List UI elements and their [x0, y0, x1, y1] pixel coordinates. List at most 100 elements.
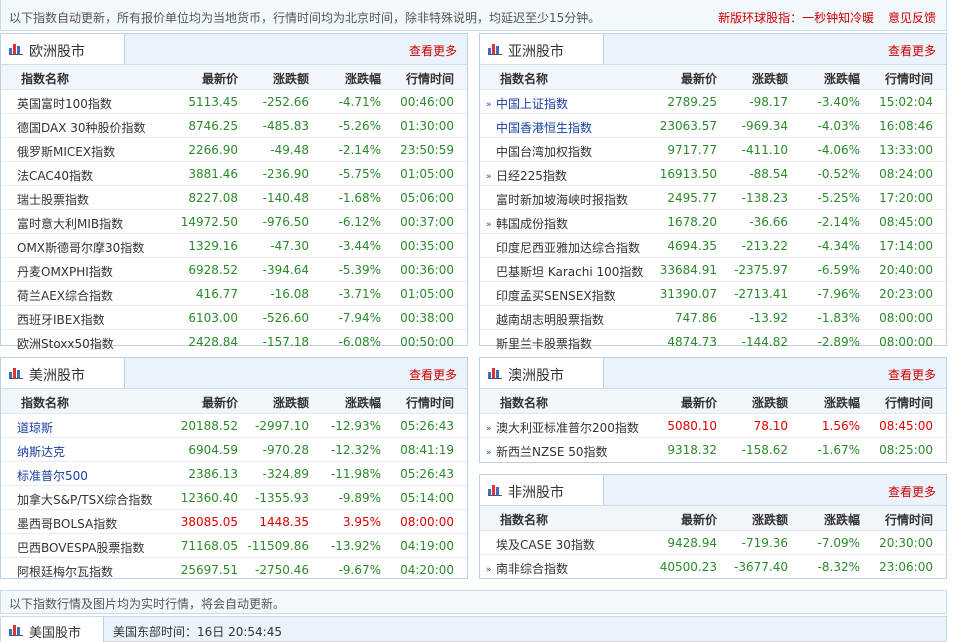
index-name: 中国香港恒生指数	[486, 119, 592, 136]
col-time-header: 行情时间	[884, 396, 933, 410]
table-row[interactable]: OMX斯德哥尔摩30指数 1329.16 -47.30 -3.44% 00:35:00	[1, 234, 467, 258]
feedback-link[interactable]: 意见反馈	[888, 11, 936, 25]
table-row[interactable]: 瑞士股票指数 8227.08 -140.48 -1.68% 05:06:00	[1, 186, 467, 210]
quote-time: 17:20:00	[879, 191, 933, 205]
table-row[interactable]: 道琼斯 20188.52 -2997.10 -12.93% 05:26:43	[1, 414, 467, 438]
col-percent-header: 涨跌幅	[344, 396, 381, 410]
col-price-header: 最新价	[201, 396, 238, 410]
view-more-link[interactable]: 查看更多	[888, 483, 936, 500]
change-percent: -3.44%	[338, 239, 381, 253]
change-percent: -11.98%	[330, 467, 381, 481]
table-row[interactable]: 富时新加坡海峡时报指数 2495.77 -138.23 -5.25% 17:20:00	[480, 186, 946, 210]
index-name: » 韩国成份指数	[486, 215, 568, 232]
change-percent: -4.34%	[817, 239, 860, 253]
change-amount: -1355.93	[255, 491, 309, 505]
asia-panel: 亚洲股市 查看更多 指数名称 最新价 涨跌额 涨跌幅 行情时间» 中国上证指数 2789.25-…	[479, 33, 947, 351]
us-market-tab[interactable]: 美国股市	[1, 617, 104, 642]
index-name-text: 埃及CASE 30指数	[496, 538, 595, 552]
table-row[interactable]: » 新西兰NZSE 50指数 9318.32 -158.62 -1.67% 08:25:0…	[480, 438, 946, 461]
index-name: 丹麦OMXPHI指数	[7, 263, 113, 280]
col-change-header: 涨跌额	[751, 513, 788, 527]
detail-arrow-icon[interactable]: »	[486, 565, 496, 575]
index-name-text: 加拿大S&P/TSX综合指数	[17, 493, 153, 507]
index-name: 纳斯达克	[7, 443, 65, 460]
table-row[interactable]: 阿根廷梅尔瓦指数 25697.51 -2750.46 -9.67% 04:20:00	[1, 558, 467, 581]
table-row[interactable]: » 日经225指数 16913.50 -88.54 -0.52% 08:24:00	[480, 162, 946, 186]
panel-tab[interactable]: 美洲股市	[1, 358, 125, 388]
table-row[interactable]: » 南非综合指数 40500.23 -3677.40 -8.32% 23:06:00	[480, 555, 946, 578]
table-row[interactable]: 英国富时100指数 5113.45 -252.66 -4.71% 00:46:00	[1, 90, 467, 114]
index-name-text[interactable]: 中国香港恒生指数	[496, 121, 592, 135]
us-market-bar: 美国股市 美国东部时间：16日 20:54:45	[0, 616, 947, 642]
detail-arrow-icon[interactable]: »	[486, 424, 496, 434]
table-row[interactable]: 越南胡志明股票指数 747.86 -13.92 -1.83% 08:00:00	[480, 306, 946, 330]
view-more-link[interactable]: 查看更多	[409, 366, 457, 383]
index-name: 埃及CASE 30指数	[486, 536, 595, 553]
latest-price: 3881.46	[188, 167, 238, 181]
table-row[interactable]: 埃及CASE 30指数 9428.94 -719.36 -7.09% 20:30:00	[480, 531, 946, 555]
col-time-header: 行情时间	[884, 513, 933, 527]
table-row[interactable]: 富时意大利MIB指数 14972.50 -976.50 -6.12% 00:37:00	[1, 210, 467, 234]
table-row[interactable]: 墨西哥BOLSA指数 38085.05 1448.35 3.95% 08:00:00	[1, 510, 467, 534]
index-name-text[interactable]: 中国上证指数	[496, 97, 568, 111]
view-more-link[interactable]: 查看更多	[888, 366, 936, 383]
index-name-text: 俄罗斯MICEX指数	[17, 145, 116, 159]
panel-tab[interactable]: 亚洲股市	[480, 34, 604, 64]
change-amount: -970.28	[262, 443, 309, 457]
new-index-link[interactable]: 新版环球股指：一秒钟知冷暖	[718, 11, 874, 25]
view-more-link[interactable]: 查看更多	[888, 42, 936, 59]
table-row[interactable]: 中国香港恒生指数 23063.57 -969.34 -4.03% 16:08:46	[480, 114, 946, 138]
table-row[interactable]: 加拿大S&P/TSX综合指数 12360.40 -1355.93 -9.89% 05:1…	[1, 486, 467, 510]
change-percent: -1.83%	[817, 311, 860, 325]
table-row[interactable]: 标准普尔500 2386.13 -324.89 -11.98% 05:26:43	[1, 462, 467, 486]
col-time-header: 行情时间	[405, 396, 454, 410]
view-more-link[interactable]: 查看更多	[409, 42, 457, 59]
detail-arrow-icon[interactable]: »	[486, 100, 496, 110]
table-row[interactable]: 巴西BOVESPA股票指数 71168.05 -11509.86 -13.92% 04:…	[1, 534, 467, 558]
table-row[interactable]: 巴基斯坦 Karachi 100指数 33684.91 -2375.97 -6.59%…	[480, 258, 946, 282]
change-amount: -36.66	[749, 215, 788, 229]
col-change-header: 涨跌额	[751, 72, 788, 86]
index-name-text[interactable]: 道琼斯	[17, 421, 53, 435]
change-amount: -969.34	[741, 119, 788, 133]
change-percent: -5.25%	[817, 191, 860, 205]
table-row[interactable]: 欧洲Stoxx50指数 2428.84 -157.18 -6.08% 00:50:00	[1, 330, 467, 353]
change-amount: -411.10	[741, 143, 788, 157]
table-row[interactable]: 中国台湾加权指数 9717.77 -411.10 -4.06% 13:33:00	[480, 138, 946, 162]
table-row[interactable]: » 中国上证指数 2789.25 -98.17 -3.40% 15:02:04	[480, 90, 946, 114]
quote-time: 08:00:00	[879, 335, 933, 349]
detail-arrow-icon[interactable]: »	[486, 172, 496, 182]
table-row[interactable]: 法CAC40指数 3881.46 -236.90 -5.75% 01:05:00	[1, 162, 467, 186]
col-price-header: 最新价	[680, 513, 717, 527]
panel-tab[interactable]: 欧洲股市	[1, 34, 125, 64]
quote-time: 08:00:00	[400, 515, 454, 529]
change-amount: -213.22	[741, 239, 788, 253]
panel-tab[interactable]: 澳洲股市	[480, 358, 604, 388]
table-row[interactable]: 丹麦OMXPHI指数 6928.52 -394.64 -5.39% 00:36:00	[1, 258, 467, 282]
latest-price: 2428.84	[188, 335, 238, 349]
panel-header: 美洲股市 查看更多	[1, 358, 467, 389]
detail-arrow-icon[interactable]: »	[486, 448, 496, 458]
index-name-text: 澳大利亚标准普尔200指数	[496, 421, 639, 435]
table-row[interactable]: 印度孟买SENSEX指数 31390.07 -2713.41 -7.96% 20:23:…	[480, 282, 946, 306]
table-row[interactable]: » 澳大利亚标准普尔200指数 5080.10 78.10 1.56% 08:45:00	[480, 414, 946, 438]
table-row[interactable]: 俄罗斯MICEX指数 2266.90 -49.48 -2.14% 23:50:59	[1, 138, 467, 162]
table-row[interactable]: 印度尼西亚雅加达综合指数 4694.35 -213.22 -4.34% 17:14:00	[480, 234, 946, 258]
change-percent: -4.06%	[817, 143, 860, 157]
table-row[interactable]: » 韩国成份指数 1678.20 -36.66 -2.14% 08:45:00	[480, 210, 946, 234]
panel-tab[interactable]: 非洲股市	[480, 475, 604, 505]
table-row[interactable]: 德国DAX 30种股价指数 8746.25 -485.83 -5.26% 01:30:0…	[1, 114, 467, 138]
table-row[interactable]: 西班牙IBEX指数 6103.00 -526.60 -7.94% 00:38:00	[1, 306, 467, 330]
table-row[interactable]: 纳斯达克 6904.59 -970.28 -12.32% 08:41:19	[1, 438, 467, 462]
col-name-header: 指数名称	[500, 513, 549, 527]
index-name: » 中国上证指数	[486, 95, 568, 112]
change-percent: -6.12%	[338, 215, 381, 229]
detail-arrow-icon[interactable]: »	[486, 220, 496, 230]
index-name-text[interactable]: 标准普尔500	[17, 469, 88, 483]
change-percent: -0.52%	[817, 167, 860, 181]
col-change-header: 涨跌额	[272, 396, 309, 410]
quote-time: 00:50:00	[400, 335, 454, 349]
table-row[interactable]: 斯里兰卡股票指数 4874.73 -144.82 -2.89% 08:00:00	[480, 330, 946, 353]
table-row[interactable]: 荷兰AEX综合指数 416.77 -16.08 -3.71% 01:05:00	[1, 282, 467, 306]
index-name-text[interactable]: 纳斯达克	[17, 445, 65, 459]
